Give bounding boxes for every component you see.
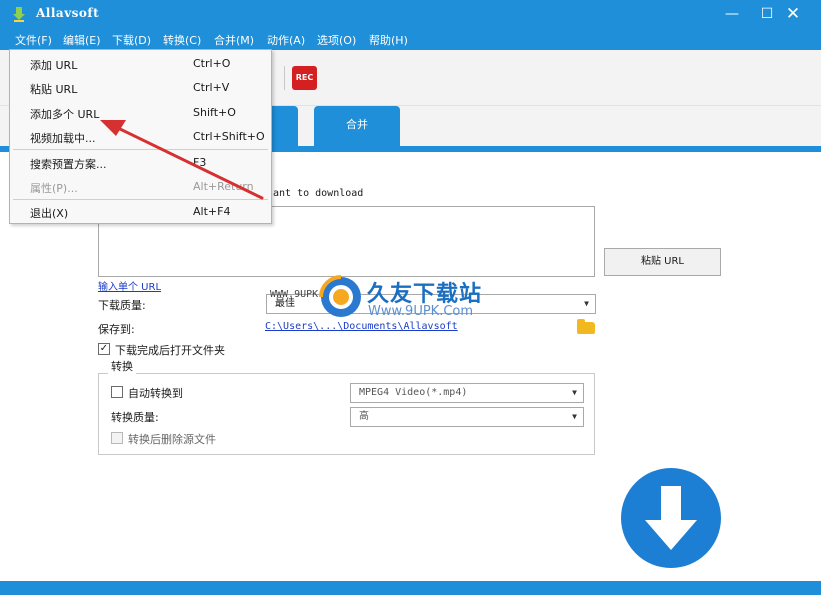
file-menu-paste-url[interactable]: 粘贴 URL Ctrl+V: [10, 76, 271, 100]
file-menu-search-presets[interactable]: 搜索预置方案... F3: [10, 151, 271, 175]
file-menu-properties: 属性(P)... Alt+Return: [30, 180, 254, 195]
watermark-logo-icon: [319, 275, 361, 317]
menu-file[interactable]: 文件(F): [15, 32, 52, 48]
folder-icon[interactable]: [577, 319, 595, 334]
delete-source-checkbox[interactable]: [111, 432, 123, 444]
chevron-down-icon: ▼: [572, 412, 577, 421]
menu-convert[interactable]: 转换(C): [163, 32, 201, 48]
open-folder-label: 下载完成后打开文件夹: [115, 344, 225, 357]
app-icon: [13, 7, 25, 22]
status-bar: [0, 581, 821, 595]
url-hint-label: ant to download: [273, 188, 364, 199]
menu-edit[interactable]: 编辑(E): [63, 32, 101, 48]
save-to-label: 保存到:: [98, 323, 135, 336]
single-url-link[interactable]: 输入单个 URL: [98, 278, 161, 293]
chevron-down-icon: ▼: [572, 388, 577, 397]
window-title: Allavsoft: [36, 6, 100, 20]
convert-quality-label: 转换质量:: [111, 411, 159, 424]
toolbar-separator: [284, 66, 285, 90]
title-bar: Allavsoft — ☐ ✕: [0, 0, 821, 28]
record-button[interactable]: REC: [292, 66, 317, 90]
file-menu-exit[interactable]: 退出(X) Alt+F4: [10, 200, 271, 224]
file-menu-dropdown: 添加 URL Ctrl+O 粘贴 URL Ctrl+V 添加多个 URL Shi…: [9, 49, 272, 224]
download-arrow-icon: [645, 486, 697, 550]
file-menu-video-loading[interactable]: 视频加载中... Ctrl+Shift+O: [10, 125, 271, 149]
menu-bar: 文件(F) 编辑(E) 下载(D) 转换(C) 合并(M) 动作(A) 选项(O…: [0, 28, 821, 50]
save-path-link[interactable]: C:\Users\...\Documents\Allavsoft: [265, 321, 458, 332]
start-download-button[interactable]: [621, 468, 721, 568]
menu-action[interactable]: 动作(A): [267, 32, 305, 48]
convert-format-select[interactable]: MPEG4 Video(*.mp4) ▼: [350, 383, 584, 403]
watermark-sub: Www.9UPK.Com: [368, 304, 474, 319]
delete-source-label: 转换后删除源文件: [128, 433, 216, 446]
convert-format-value: MPEG4 Video(*.mp4): [359, 387, 468, 398]
paste-url-button[interactable]: 粘贴 URL: [604, 248, 721, 276]
menu-separator: [13, 149, 268, 150]
menu-download[interactable]: 下载(D): [112, 32, 151, 48]
open-folder-checkbox[interactable]: ✓: [98, 343, 110, 355]
tab-merge[interactable]: 合并: [314, 106, 400, 146]
minimize-button[interactable]: —: [717, 2, 747, 26]
menu-options[interactable]: 选项(O): [317, 32, 356, 48]
convert-group-title: 转换: [108, 358, 136, 374]
menu-merge[interactable]: 合并(M): [214, 32, 254, 48]
file-menu-add-url[interactable]: 添加 URL Ctrl+O: [10, 52, 271, 76]
auto-convert-checkbox[interactable]: [111, 386, 123, 398]
download-quality-label: 下载质量:: [98, 299, 146, 312]
chevron-down-icon: ▼: [584, 299, 589, 308]
auto-convert-label: 自动转换到: [128, 387, 183, 400]
close-button[interactable]: ✕: [778, 2, 808, 26]
file-menu-add-multiple-urls[interactable]: 添加多个 URL Shift+O: [10, 101, 271, 125]
menu-help[interactable]: 帮助(H): [369, 32, 408, 48]
convert-quality-value: 高: [359, 411, 369, 422]
convert-quality-select[interactable]: 高 ▼: [350, 407, 584, 427]
